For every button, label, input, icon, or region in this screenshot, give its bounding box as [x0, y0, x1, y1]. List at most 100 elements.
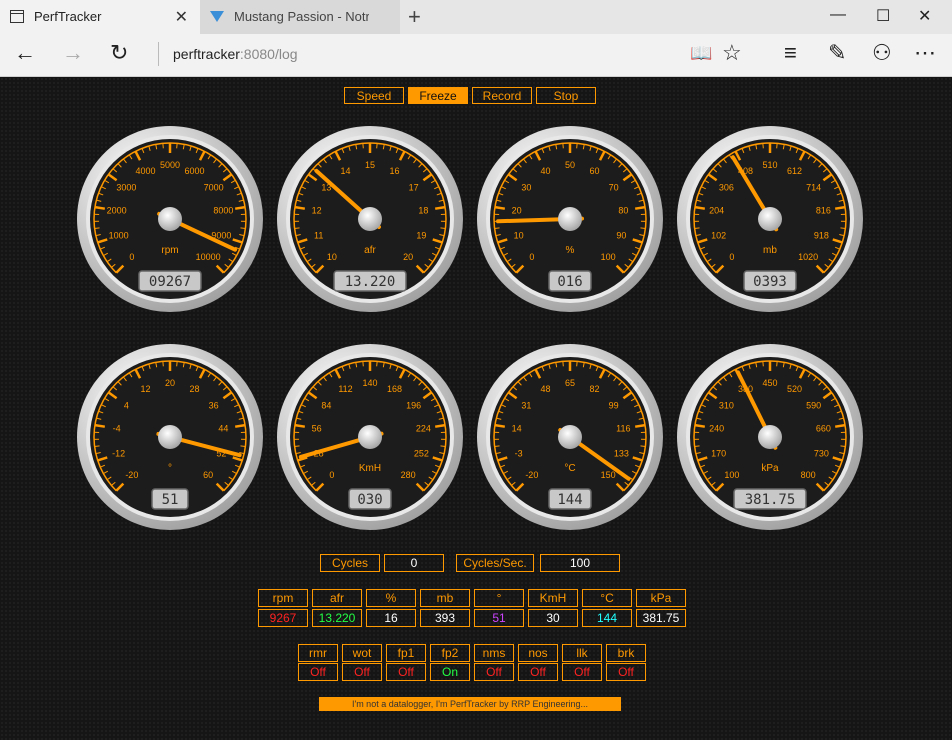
tick-label: 2000 — [107, 206, 127, 216]
table-header: ° — [474, 589, 524, 607]
tick-label: 102 — [711, 231, 726, 241]
tick-label: 18 — [418, 206, 428, 216]
minor-tick — [294, 227, 300, 230]
tick-label: 224 — [416, 424, 431, 434]
speed-button[interactable]: Speed — [344, 87, 404, 104]
flag-name: nos — [518, 644, 558, 662]
tick-label: 660 — [816, 424, 831, 434]
flag-state: Off — [386, 663, 426, 681]
tab-mustang-passion[interactable]: Mustang Passion - Notre Pas — [200, 0, 400, 34]
forward-icon[interactable]: → — [62, 40, 84, 66]
gauge-afr: 1011121314151617181920afr13.220 — [277, 126, 463, 312]
hub-icon[interactable]: ≡ — [784, 40, 797, 66]
major-tick — [434, 423, 446, 428]
tick-label: 28 — [190, 384, 200, 394]
tick-label: 116 — [616, 424, 630, 434]
tick-label: 16 — [390, 166, 400, 176]
flag-state: Off — [518, 663, 558, 681]
minor-tick — [440, 227, 446, 230]
needle-hub — [558, 207, 582, 231]
minimize-icon[interactable]: — — [830, 6, 846, 24]
gauge-unit-label: KmH — [359, 463, 381, 474]
tab-perftracker[interactable]: PerfTracker ✕ — [0, 0, 200, 34]
major-tick — [234, 423, 246, 428]
favorite-star-icon[interactable]: ☆ — [722, 40, 742, 66]
major-tick — [294, 205, 306, 210]
tick-label: 10 — [327, 252, 337, 262]
close-window-icon[interactable]: ✕ — [918, 6, 931, 26]
tick-label: 252 — [414, 449, 429, 459]
stop-button[interactable]: Stop — [536, 87, 596, 104]
major-tick — [634, 423, 646, 428]
tick-label: 306 — [719, 182, 734, 192]
tick-label: 1000 — [109, 231, 129, 241]
tick-label: 10 — [514, 231, 524, 241]
tick-label: 168 — [387, 384, 402, 394]
tick-label: 510 — [762, 160, 777, 170]
flag-state: Off — [562, 663, 602, 681]
tick-label: 90 — [616, 231, 626, 241]
minor-tick — [840, 227, 846, 230]
refresh-icon[interactable]: ↻ — [110, 40, 128, 66]
table-header: rpm — [258, 589, 308, 607]
new-tab-icon[interactable]: + — [408, 4, 421, 30]
table-value: 381.75 — [636, 609, 686, 627]
maximize-icon[interactable]: ☐ — [876, 6, 890, 26]
flag-name: brk — [606, 644, 646, 662]
tick-label: 12 — [312, 206, 322, 216]
back-icon[interactable]: ← — [14, 40, 36, 66]
tick-label: 12 — [140, 384, 150, 394]
lcd-readout: 13.220 — [345, 274, 396, 290]
tick-label: 80 — [618, 206, 628, 216]
tick-label: 0 — [129, 252, 134, 262]
major-tick — [834, 205, 846, 210]
tick-label: 714 — [806, 182, 821, 192]
tick-label: 99 — [609, 400, 619, 410]
web-note-icon[interactable]: ✎ — [828, 40, 846, 66]
tick-label: 84 — [321, 400, 331, 410]
tick-label: 14 — [340, 166, 350, 176]
tick-label: 6000 — [184, 166, 204, 176]
gauge-unit-label: °C — [564, 463, 575, 474]
browser-tab-bar: PerfTracker ✕ Mustang Passion - Notre Pa… — [0, 0, 952, 34]
record-button[interactable]: Record — [472, 87, 532, 104]
cycles-rate-label: Cycles/Sec. — [456, 554, 534, 572]
tick-label: 816 — [816, 206, 831, 216]
tick-label: 20 — [512, 206, 522, 216]
flag-state: Off — [474, 663, 514, 681]
close-tab-icon[interactable]: ✕ — [175, 7, 188, 27]
reading-view-icon[interactable]: 📖 — [690, 43, 712, 64]
needle-hub — [558, 425, 582, 449]
table-value: 16 — [366, 609, 416, 627]
major-tick — [294, 423, 306, 428]
tick-label: 60 — [203, 470, 213, 480]
tick-label: -20 — [525, 470, 538, 480]
tick-label: 56 — [312, 424, 322, 434]
cycles-value: 0 — [384, 554, 444, 572]
needle-hub — [358, 207, 382, 231]
tick-label: 48 — [540, 384, 550, 394]
tick-label: 140 — [362, 378, 377, 388]
address-bar[interactable]: perftracker:8080/log — [158, 42, 298, 66]
tick-label: 150 — [601, 470, 616, 480]
needle-hub — [758, 425, 782, 449]
tick-label: 36 — [209, 400, 219, 410]
flag-state: On — [430, 663, 470, 681]
tick-label: 3000 — [116, 182, 136, 192]
lcd-readout: 381.75 — [745, 492, 796, 508]
tick-label: 520 — [787, 384, 802, 394]
tick-label: 112 — [338, 384, 352, 394]
minor-tick — [494, 227, 500, 230]
tick-label: 65 — [565, 378, 575, 388]
tab-title: PerfTracker — [34, 9, 102, 24]
tick-label: 240 — [709, 424, 724, 434]
lcd-readout: 030 — [357, 492, 382, 508]
share-icon[interactable]: ⚇ — [872, 40, 892, 66]
tick-label: 11 — [314, 231, 323, 241]
minor-tick — [440, 445, 446, 448]
address-host: perftracker — [173, 46, 240, 62]
major-tick — [634, 205, 646, 210]
freeze-button[interactable]: Freeze — [408, 87, 468, 104]
more-icon[interactable]: ⋯ — [914, 40, 936, 66]
minor-tick — [494, 445, 500, 448]
